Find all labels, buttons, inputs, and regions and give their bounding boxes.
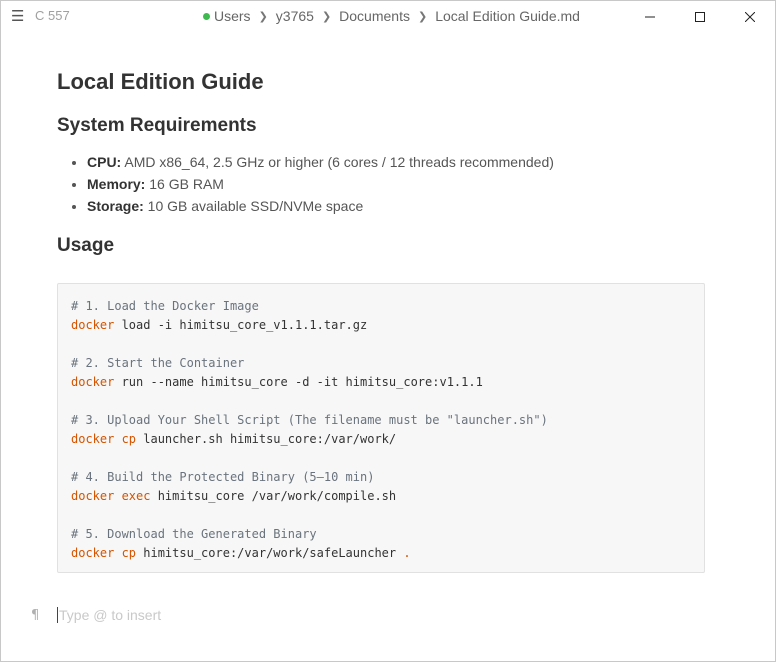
- code-command: docker cp: [71, 432, 137, 446]
- requirement-value: AMD x86_64, 2.5 GHz or higher (6 cores /…: [121, 154, 554, 170]
- app-window: ☰ C 557 Users ❯ y3765 ❯ Documents ❯ Loca…: [0, 0, 776, 662]
- requirement-item: Storage: 10 GB available SSD/NVMe space: [87, 195, 709, 217]
- new-paragraph-line[interactable]: ¶ Type @ to insert: [31, 605, 731, 625]
- requirement-item: CPU: AMD x86_64, 2.5 GHz or higher (6 co…: [87, 151, 709, 173]
- chevron-right-icon: ❯: [321, 9, 332, 23]
- text-caret: [57, 607, 58, 623]
- title-bar: ☰ C 557 Users ❯ y3765 ❯ Documents ❯ Loca…: [1, 1, 775, 33]
- requirements-list: CPU: AMD x86_64, 2.5 GHz or higher (6 co…: [57, 151, 709, 217]
- maximize-button[interactable]: [675, 1, 725, 33]
- paragraph-icon[interactable]: ¶: [31, 608, 57, 623]
- code-line: # 4. Build the Protected Binary (5–10 mi…: [71, 468, 691, 487]
- code-command: docker exec: [71, 489, 151, 503]
- usage-heading: Usage: [57, 235, 115, 256]
- minimize-button[interactable]: [625, 1, 675, 33]
- close-button[interactable]: [725, 1, 775, 33]
- code-comment: # 4. Build the Protected Binary (5–10 mi…: [71, 470, 375, 484]
- insert-placeholder: Type @ to insert: [59, 607, 162, 623]
- code-line: docker cp himitsu_core:/var/work/safeLau…: [71, 544, 691, 563]
- sync-status-dot: [203, 12, 210, 20]
- breadcrumb: Users ❯ y3765 ❯ Documents ❯ Local Editio…: [203, 8, 580, 24]
- breadcrumb-item[interactable]: Users: [214, 8, 251, 24]
- breadcrumb-file[interactable]: Local Edition Guide.md: [435, 8, 580, 24]
- chevron-right-icon: ❯: [417, 9, 428, 23]
- requirement-label: Storage:: [87, 198, 144, 214]
- document-body[interactable]: Local Edition Guide System Requirements …: [57, 67, 709, 573]
- code-args: load -i himitsu_core_v1.1.1.tar.gz: [114, 318, 368, 332]
- maximize-icon: [695, 12, 705, 22]
- code-args: himitsu_core:/var/work/safeLauncher: [136, 546, 397, 560]
- breadcrumb-item[interactable]: y3765: [276, 8, 314, 24]
- hamburger-menu-icon[interactable]: ☰: [11, 7, 24, 25]
- requirements-heading: System Requirements: [57, 115, 257, 136]
- code-block[interactable]: # 1. Load the Docker Image docker load -i…: [57, 283, 705, 573]
- code-line: docker load -i himitsu_core_v1.1.1.tar.g…: [71, 316, 691, 335]
- window-controls: [625, 1, 775, 33]
- code-command: docker: [71, 318, 115, 332]
- requirement-label: Memory:: [87, 176, 146, 192]
- code-line: docker cp launcher.sh himitsu_core:/var/…: [71, 430, 691, 449]
- requirement-item: Memory: 16 GB RAM: [87, 173, 709, 195]
- code-comment: # 2. Start the Container: [71, 356, 245, 370]
- code-line: # 1. Load the Docker Image: [71, 297, 691, 316]
- code-args: launcher.sh himitsu_core:/var/work/: [136, 432, 397, 446]
- code-comment: # 1. Load the Docker Image: [71, 299, 259, 313]
- code-args: run --name himitsu_core -d -it himitsu_c…: [114, 375, 483, 389]
- requirement-label: CPU:: [87, 154, 122, 170]
- minimize-icon: [645, 16, 655, 18]
- code-line: docker exec himitsu_core /var/work/compi…: [71, 487, 691, 506]
- breadcrumb-item[interactable]: Documents: [339, 8, 410, 24]
- document-id: C 557: [35, 8, 70, 23]
- code-args-tail: .: [396, 546, 411, 560]
- code-line: # 2. Start the Container: [71, 354, 691, 373]
- code-args: himitsu_core /var/work/compile.sh: [150, 489, 397, 503]
- close-icon: [745, 12, 755, 22]
- code-comment: # 3. Upload Your Shell Script (The filen…: [71, 413, 548, 427]
- code-comment: # 5. Download the Generated Binary: [71, 527, 317, 541]
- code-command: docker cp: [71, 546, 137, 560]
- requirement-value: 10 GB available SSD/NVMe space: [143, 198, 364, 214]
- code-command: docker: [71, 375, 115, 389]
- chevron-right-icon: ❯: [258, 9, 268, 23]
- code-line: # 5. Download the Generated Binary: [71, 525, 691, 544]
- code-line: # 3. Upload Your Shell Script (The filen…: [71, 411, 691, 430]
- document-title: Local Edition Guide: [57, 69, 264, 94]
- code-line: docker run --name himitsu_core -d -it hi…: [71, 373, 691, 392]
- requirement-value: 16 GB RAM: [145, 176, 224, 192]
